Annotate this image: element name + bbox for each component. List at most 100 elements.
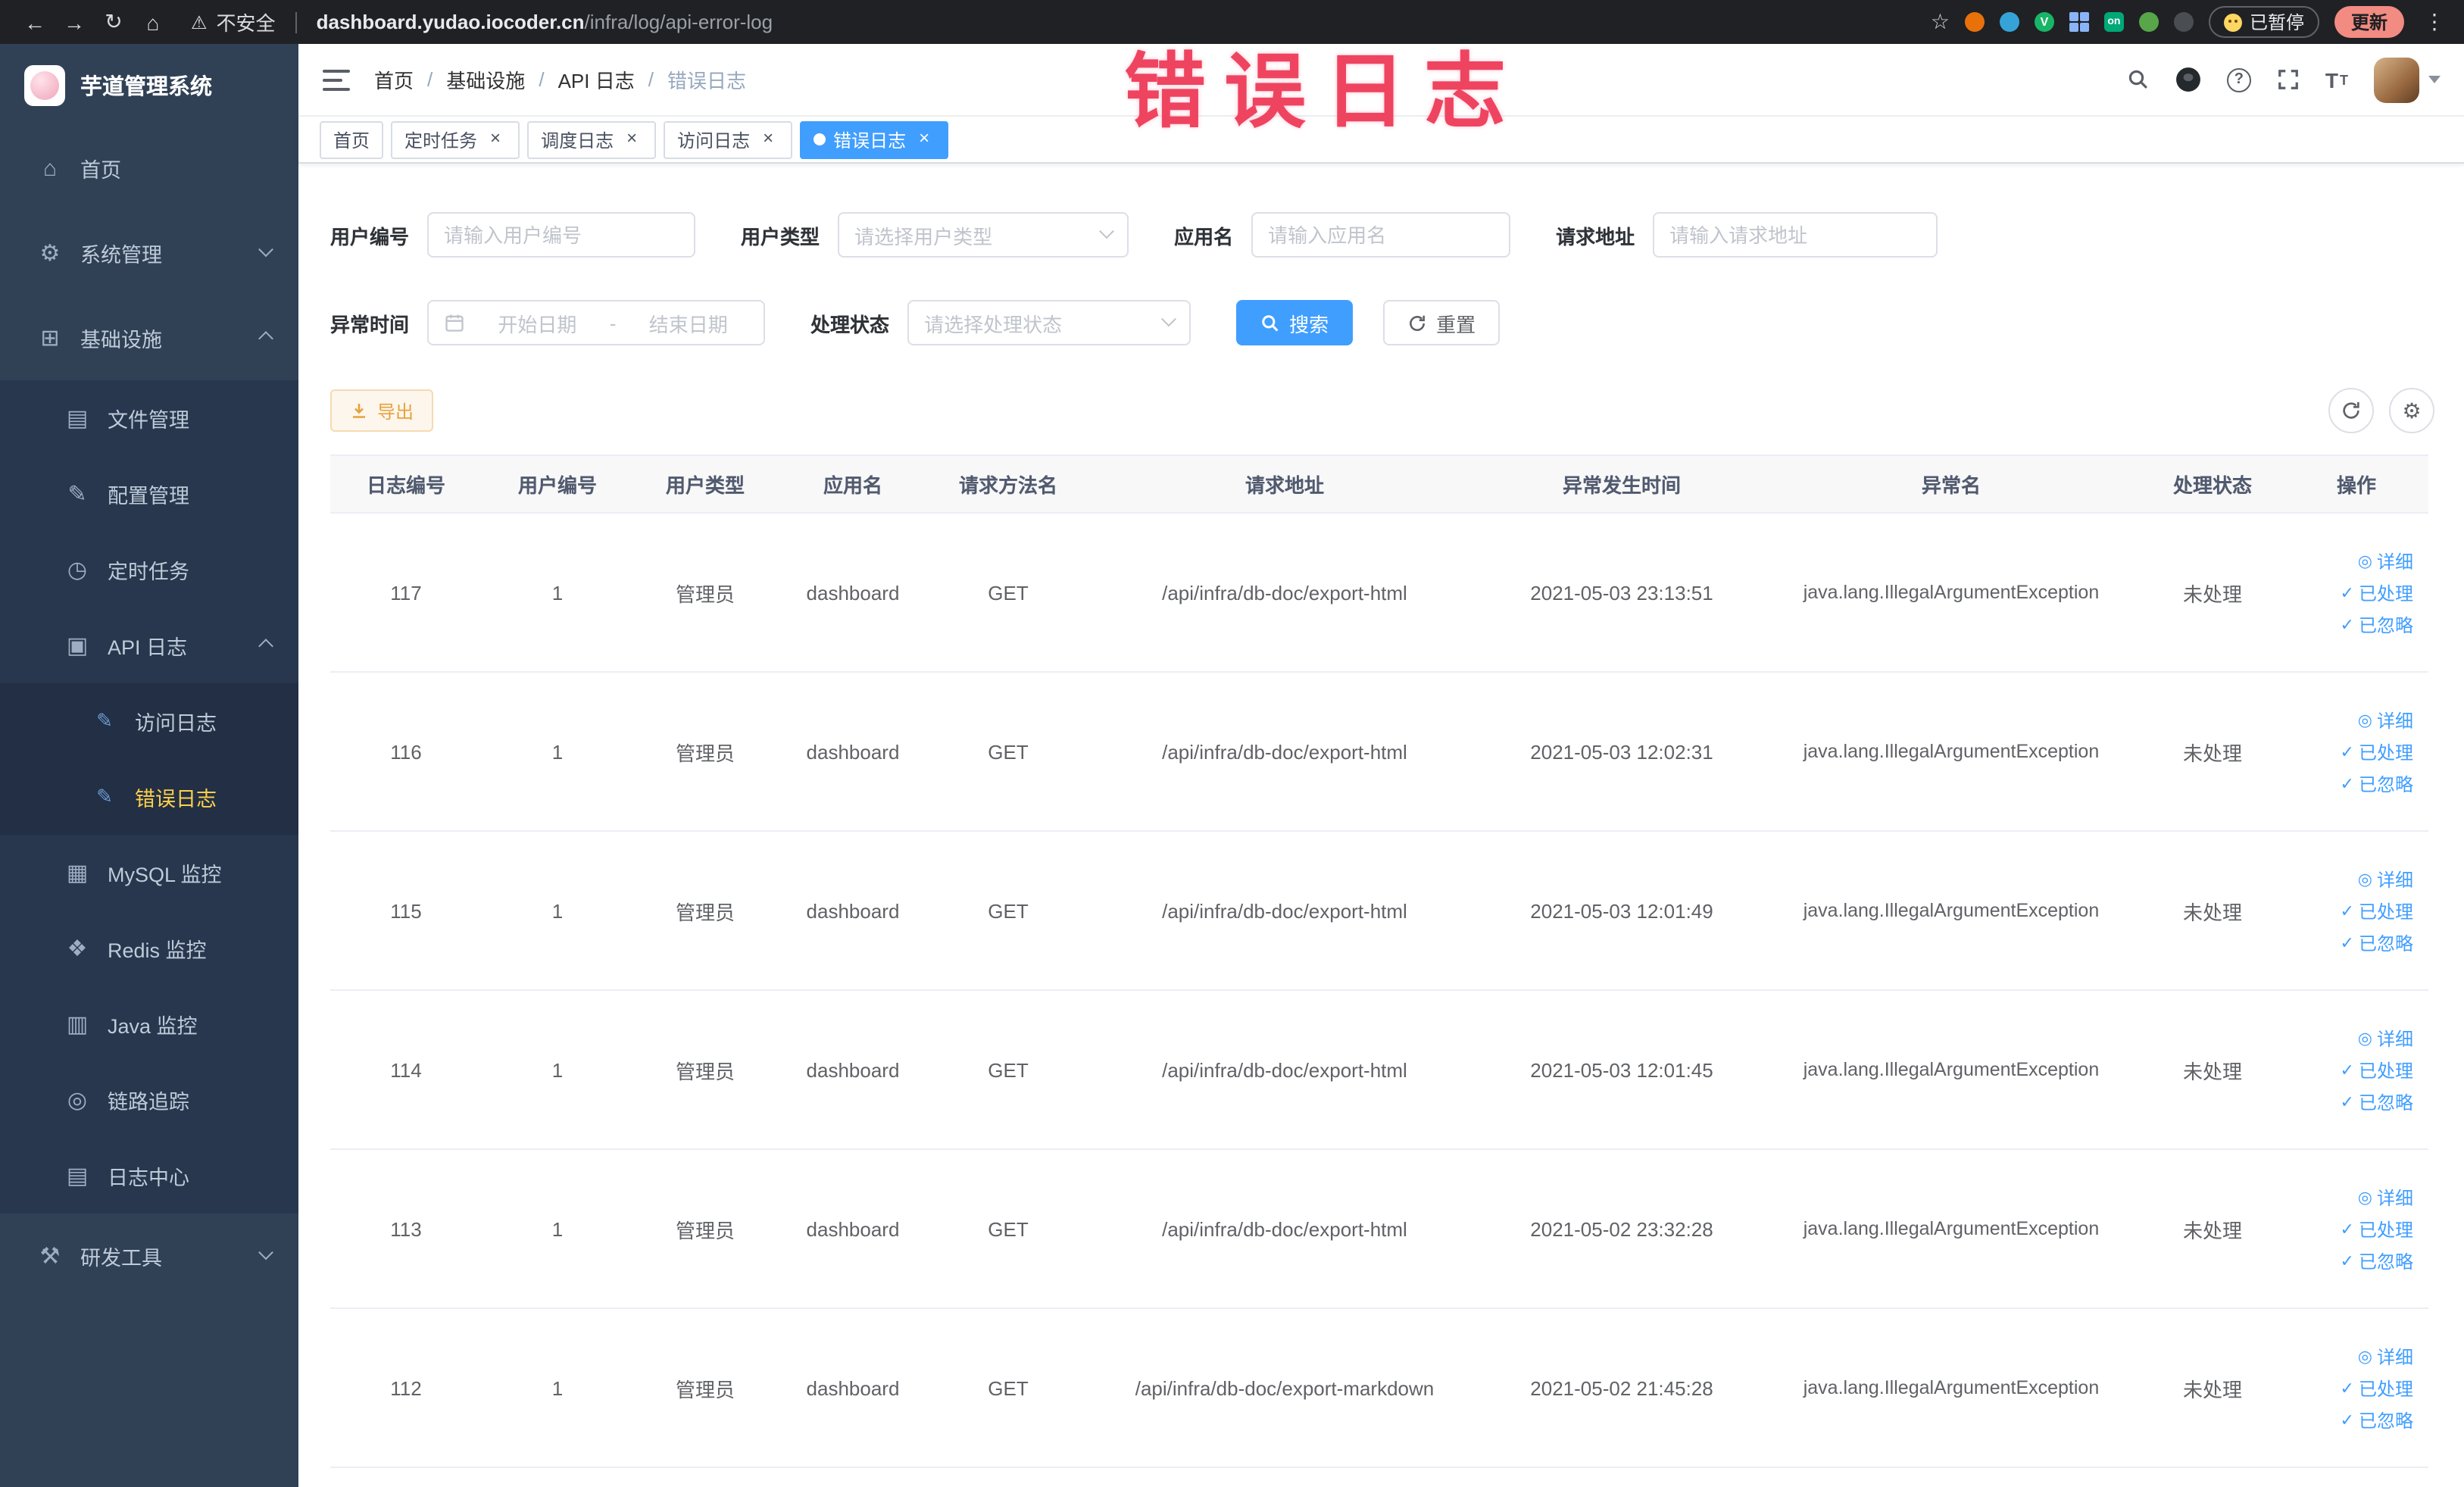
tab-label: 定时任务 (404, 130, 478, 151)
browser-back-button[interactable]: ← (15, 10, 55, 34)
profile-paused-chip[interactable]: 已暂停 (2208, 6, 2319, 38)
mark-ignored-link[interactable]: ✓ 已忽略 (2341, 1407, 2413, 1432)
user-id-input[interactable] (427, 212, 696, 258)
mark-ignored-link[interactable]: ✓ 已忽略 (2341, 1089, 2413, 1114)
sidebar-item-trace[interactable]: ◎ 链路追踪 (0, 1062, 298, 1138)
mark-ignored-link[interactable]: ✓ 已忽略 (2341, 1248, 2413, 1273)
sidebar-item-config-management[interactable]: ✎ 配置管理 (0, 456, 298, 532)
browser-update-button[interactable]: 更新 (2334, 6, 2404, 38)
extension-icon-blue-drop[interactable] (1999, 12, 2019, 32)
tab-error-log[interactable]: 错误日志 × (800, 120, 949, 158)
search-icon[interactable] (2127, 68, 2150, 91)
mark-ignored-link[interactable]: ✓ 已忽略 (2341, 770, 2413, 796)
sidebar-item-label: 首页 (80, 159, 121, 182)
java-icon: ▥ (66, 1012, 89, 1038)
mark-ignored-link[interactable]: ✓ 已忽略 (2341, 929, 2413, 955)
reset-button[interactable]: 重置 (1383, 300, 1501, 345)
address-bar[interactable]: ⚠ 不安全 dashboard.yudao.iocoder.cn/infra/l… (191, 8, 773, 36)
extension-icon-on-badge[interactable]: on (2103, 12, 2124, 32)
sidebar-item-label: 日志中心 (108, 1167, 189, 1189)
detail-link[interactable]: ◎ 详细 (2358, 1025, 2413, 1051)
sidebar-item-java-monitor[interactable]: ▥ Java 监控 (0, 986, 298, 1062)
chevron-up-icon (258, 330, 273, 345)
bookmark-star-icon[interactable]: ☆ (1931, 9, 1950, 35)
edit-icon: ✎ (67, 482, 87, 508)
processed-label: 已处理 (2358, 1060, 2413, 1081)
browser-home-button[interactable]: ⌂ (133, 10, 173, 34)
sidebar-item-access-log[interactable]: ✎ 访问日志 (0, 683, 298, 759)
extension-icon-orange[interactable] (1964, 12, 1985, 32)
browser-reload-button[interactable]: ↻ (94, 9, 133, 35)
processed-label: 已处理 (2358, 1219, 2413, 1240)
detail-link[interactable]: ◎ 详细 (2358, 866, 2413, 892)
sidebar-collapse-icon[interactable] (323, 69, 350, 90)
tab-scheduled-jobs[interactable]: 定时任务 × (391, 120, 520, 158)
tab-access-log[interactable]: 访问日志 × (664, 120, 793, 158)
github-icon[interactable] (2175, 67, 2201, 92)
mark-processed-link[interactable]: ✓ 已处理 (2341, 739, 2413, 764)
detail-link[interactable]: ◎ 详细 (2358, 548, 2413, 573)
extension-icon-green-v[interactable]: V (2034, 12, 2054, 32)
cell-exception-time: 2021-05-03 12:01:49 (1530, 899, 1713, 922)
detail-link[interactable]: ◎ 详细 (2358, 1343, 2413, 1369)
export-button[interactable]: 导出 (330, 389, 434, 432)
sidebar-item-mysql-monitor[interactable]: ▦ MySQL 监控 (0, 835, 298, 911)
app-name-input[interactable] (1251, 212, 1511, 258)
sidebar-item-redis-monitor[interactable]: ❖ Redis 监控 (0, 911, 298, 986)
sidebar-item-scheduled-jobs[interactable]: ◷ 定时任务 (0, 532, 298, 608)
sidebar-item-infrastructure[interactable]: ⊞ 基础设施 (0, 295, 298, 380)
detail-link[interactable]: ◎ 详细 (2358, 707, 2413, 733)
close-icon[interactable]: × (485, 128, 506, 150)
mark-processed-link[interactable]: ✓ 已处理 (2341, 579, 2413, 605)
sidebar-item-error-log[interactable]: ✎ 错误日志 (0, 759, 298, 835)
process-status-select[interactable]: 请选择处理状态 (907, 300, 1191, 345)
sidebar-item-home[interactable]: ⌂ 首页 (0, 126, 298, 211)
column-settings-button[interactable]: ⚙ (2389, 388, 2434, 433)
close-icon[interactable]: × (913, 128, 935, 150)
mark-processed-link[interactable]: ✓ 已处理 (2341, 1216, 2413, 1242)
breadcrumb-item[interactable]: API 日志 (558, 65, 635, 94)
eye-icon: ◎ (67, 1088, 88, 1114)
mark-processed-link[interactable]: ✓ 已处理 (2341, 898, 2413, 923)
help-icon[interactable]: ? (2226, 67, 2251, 92)
sidebar-item-log-center[interactable]: ▤ 日志中心 (0, 1138, 298, 1214)
search-button[interactable]: 搜索 (1236, 300, 1354, 345)
extension-icon-paw[interactable] (2173, 12, 2194, 32)
user-type-select[interactable]: 请选择用户类型 (838, 212, 1129, 258)
breadcrumb-item[interactable]: 首页 (374, 65, 414, 94)
close-icon[interactable]: × (757, 128, 779, 150)
breadcrumb-item[interactable]: 基础设施 (446, 65, 525, 94)
refresh-table-button[interactable] (2328, 388, 2374, 433)
export-button-label: 导出 (377, 401, 414, 422)
fullscreen-icon[interactable] (2277, 68, 2300, 91)
mark-ignored-link[interactable]: ✓ 已忽略 (2341, 611, 2413, 637)
sidebar-item-file-management[interactable]: ▤ 文件管理 (0, 380, 298, 456)
sidebar-item-system-management[interactable]: ⚙ 系统管理 (0, 211, 298, 295)
detail-link[interactable]: ◎ 详细 (2358, 1184, 2413, 1210)
eye-icon: ◎ (2357, 1189, 2372, 1207)
request-url-input[interactable] (1653, 212, 1938, 258)
table-row: 117 1 管理员 dashboard GET /api/infra/db-do… (330, 514, 2428, 673)
sidebar-item-api-log[interactable]: ▣ API 日志 (0, 608, 298, 683)
sidebar-item-dev-tools[interactable]: ⚒ 研发工具 (0, 1214, 298, 1298)
log-center-icon: ▤ (66, 1164, 89, 1189)
log-icon: ▣ (66, 633, 89, 659)
table-tools-right: ⚙ (2313, 388, 2434, 433)
extension-icon-leaf[interactable] (2138, 12, 2159, 32)
browser-menu-icon[interactable]: ⋮ (2419, 9, 2450, 35)
cell-user-id: 1 (551, 581, 564, 604)
tab-home[interactable]: 首页 (320, 120, 384, 158)
request-url-label: 请求地址 (1556, 225, 1635, 248)
browser-forward-button[interactable]: → (55, 10, 94, 34)
extension-icon-grid[interactable] (2069, 12, 2089, 32)
font-size-icon[interactable]: TT (2325, 67, 2348, 92)
mark-processed-link[interactable]: ✓ 已处理 (2341, 1057, 2413, 1082)
app-logo[interactable]: 芋道管理系统 (0, 44, 298, 126)
table-row: 115 1 管理员 dashboard GET /api/infra/db-do… (330, 832, 2428, 991)
close-icon[interactable]: × (621, 128, 642, 150)
tab-schedule-log[interactable]: 调度日志 × (527, 120, 657, 158)
cell-method: GET (988, 740, 1029, 763)
date-range-picker[interactable]: 开始日期 - 结束日期 (427, 300, 766, 345)
mark-processed-link[interactable]: ✓ 已处理 (2341, 1375, 2413, 1401)
user-avatar[interactable] (2374, 57, 2441, 102)
